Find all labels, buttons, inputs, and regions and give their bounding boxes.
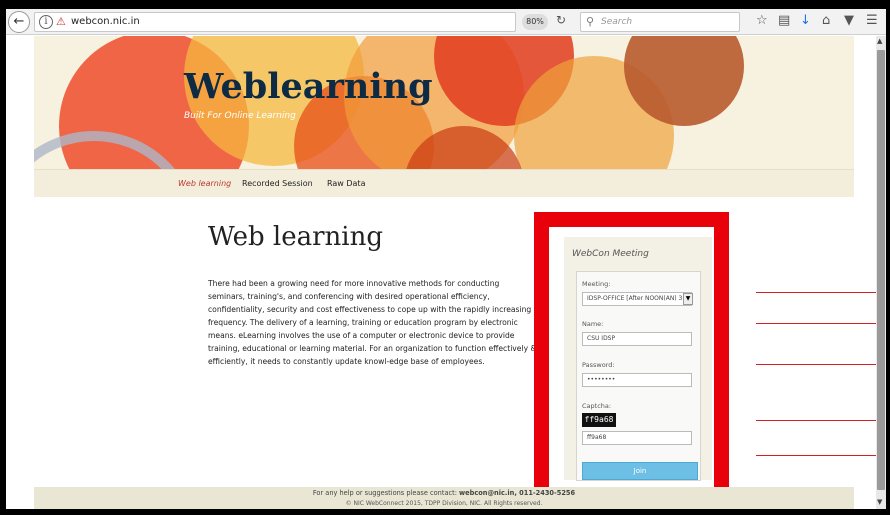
url-text: webcon.nic.in	[71, 16, 140, 27]
scroll-down-icon[interactable]: ▼	[877, 498, 882, 506]
search-placeholder: Search	[601, 17, 633, 27]
footer-copyright: © NIC WebConnect 2015, TDPP Division, NI…	[345, 500, 543, 507]
meeting-select-value: IDSP-OFFICE [After NOON(AN) 3(	[587, 295, 685, 302]
site-tagline: Built For Online Learning	[184, 111, 296, 121]
captcha-image: ff9a68	[582, 413, 616, 427]
browser-window: ← i ⚠ webcon.nic.in 80% ↻ ⚲ Search ☆ ▤ ↓…	[6, 9, 886, 509]
meeting-form: Meeting: IDSP-OFFICE [After NOON(AN) 3( …	[576, 271, 701, 481]
name-field[interactable]: CSU IDSP	[582, 332, 692, 346]
captcha-field[interactable]: ff9a68	[582, 431, 692, 445]
meeting-panel: WebCon Meeting Meeting: IDSP-OFFICE [Aft…	[564, 237, 712, 481]
zoom-indicator[interactable]: 80%	[522, 14, 548, 30]
site-nav: Web learning Recorded Session Raw Data	[34, 169, 854, 197]
footer-help-prefix: For any help or suggestions please conta…	[312, 489, 460, 497]
web-page: Weblearning Built For Online Learning We…	[6, 36, 876, 509]
reading-list-icon[interactable]: ▤	[778, 13, 790, 28]
nav-web-learning[interactable]: Web learning	[178, 179, 231, 188]
meeting-label: Meeting:	[582, 280, 611, 288]
back-button[interactable]: ←	[8, 11, 30, 33]
scrollbar[interactable]: ▲ ▼	[876, 36, 886, 509]
reload-icon[interactable]: ↻	[556, 13, 566, 27]
scroll-up-icon[interactable]: ▲	[877, 37, 882, 45]
search-icon: ⚲	[586, 15, 595, 28]
main-content: Web learning There had been a growing ne…	[34, 197, 876, 502]
pocket-icon[interactable]: ▼	[844, 13, 854, 28]
password-label: Password:	[582, 361, 615, 369]
home-icon[interactable]: ⌂	[822, 13, 830, 28]
search-input[interactable]: ⚲ Search	[580, 12, 740, 32]
nav-recorded-session[interactable]: Recorded Session	[242, 179, 313, 188]
annotation-line-name	[756, 323, 876, 324]
join-button[interactable]: Join	[582, 462, 698, 480]
browser-toolbar: ← i ⚠ webcon.nic.in 80% ↻ ⚲ Search ☆ ▤ ↓…	[6, 9, 886, 35]
name-label: Name:	[582, 320, 604, 328]
screenshot-frame: ← i ⚠ webcon.nic.in 80% ↻ ⚲ Search ☆ ▤ ↓…	[0, 0, 890, 515]
captcha-label: Captcha:	[582, 402, 612, 410]
info-icon[interactable]: i	[39, 15, 53, 29]
annotation-line-password	[756, 364, 876, 365]
annotation-line-captcha	[756, 420, 876, 421]
intro-paragraph: There had been a growing need for more i…	[208, 279, 537, 366]
site-footer: For any help or suggestions please conta…	[34, 487, 854, 509]
page-title: Web learning	[208, 222, 383, 252]
scrollbar-thumb[interactable]	[877, 50, 885, 490]
menu-icon[interactable]: ☰	[866, 13, 878, 28]
meeting-select[interactable]: IDSP-OFFICE [After NOON(AN) 3(	[582, 292, 692, 306]
chevron-down-icon[interactable]: ▼	[683, 293, 693, 305]
banner-artwork	[34, 36, 744, 169]
insecure-lock-icon: ⚠	[56, 15, 66, 28]
meeting-heading: WebCon Meeting	[572, 249, 649, 259]
annotation-line-meeting	[756, 292, 876, 293]
annotation-line-join	[756, 455, 876, 456]
download-icon[interactable]: ↓	[800, 13, 811, 28]
site-logo[interactable]: Weblearning	[184, 66, 433, 107]
site-banner: Weblearning Built For Online Learning	[34, 36, 854, 169]
address-bar[interactable]: i ⚠ webcon.nic.in	[34, 12, 516, 32]
nav-raw-data[interactable]: Raw Data	[327, 179, 365, 188]
footer-contact[interactable]: webcon@nic.in, 011-2430-5256	[459, 489, 575, 497]
footer-help: For any help or suggestions please conta…	[34, 489, 854, 497]
bookmark-star-icon[interactable]: ☆	[756, 13, 768, 28]
password-field[interactable]: ••••••••	[582, 373, 692, 387]
